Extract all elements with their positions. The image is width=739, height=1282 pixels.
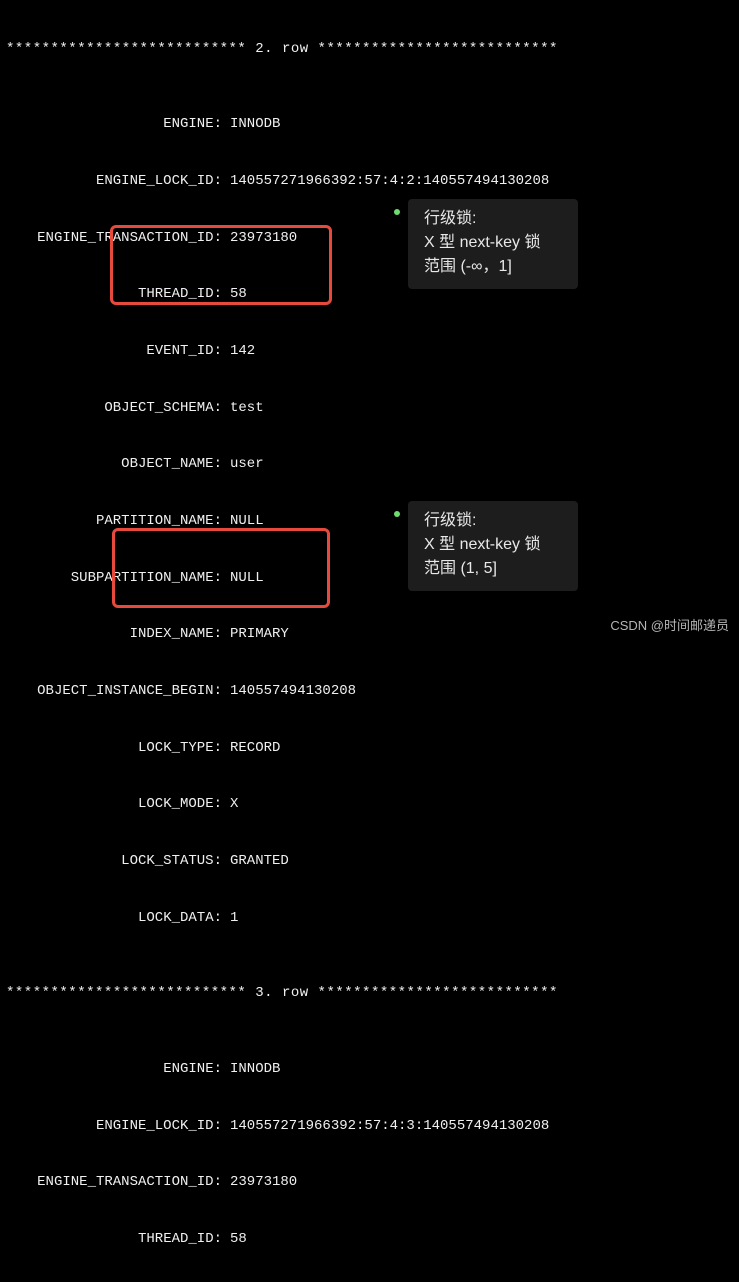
field-subpartition-name: SUBPARTITION_NAME:NULL — [0, 569, 739, 588]
field-value: PRIMARY — [222, 625, 289, 644]
annotation-line: 范围 (1, 5] — [424, 557, 566, 581]
field-label: ENGINE: — [0, 1060, 222, 1079]
field-object-schema: OBJECT_SCHEMA:test — [0, 399, 739, 418]
field-value: 58 — [222, 1230, 247, 1249]
annotation-line: X 型 next-key 锁 — [424, 533, 566, 557]
field-thread-id: THREAD_ID:58 — [0, 285, 739, 304]
field-label: PARTITION_NAME: — [0, 512, 222, 531]
field-engine: ENGINE:INNODB — [0, 115, 739, 134]
field-value: 140557494130208 — [222, 682, 356, 701]
annotation-2: 行级锁: X 型 next-key 锁 范围 (1, 5] — [408, 501, 578, 591]
field-value: NULL — [222, 569, 264, 588]
field-value: X — [222, 795, 238, 814]
field-partition-name: PARTITION_NAME:NULL — [0, 512, 739, 531]
row-separator-2: *************************** 2. row *****… — [0, 40, 739, 59]
field-label: ENGINE_LOCK_ID: — [0, 1117, 222, 1136]
field-label: ENGINE_TRANSACTION_ID: — [0, 1173, 222, 1192]
field-label: OBJECT_NAME: — [0, 455, 222, 474]
field-engine-lock-id: ENGINE_LOCK_ID:140557271966392:57:4:2:14… — [0, 172, 739, 191]
annotation-1: 行级锁: X 型 next-key 锁 范围 (-∞，1] — [408, 199, 578, 289]
field-value: 23973180 — [222, 229, 297, 248]
annotation-line: X 型 next-key 锁 — [424, 231, 566, 255]
field-value: 142 — [222, 342, 255, 361]
field-label: LOCK_DATA: — [0, 909, 222, 928]
field-label: OBJECT_INSTANCE_BEGIN: — [0, 682, 222, 701]
field-event-id: EVENT_ID:142 — [0, 342, 739, 361]
field-object-instance-begin: OBJECT_INSTANCE_BEGIN:140557494130208 — [0, 682, 739, 701]
field-value: 23973180 — [222, 1173, 297, 1192]
field-label: LOCK_TYPE: — [0, 739, 222, 758]
field-value: NULL — [222, 512, 264, 531]
field-value: 58 — [222, 285, 247, 304]
field-object-name: OBJECT_NAME:user — [0, 455, 739, 474]
field-value: 1 — [222, 909, 238, 928]
annotation-line: 行级锁: — [424, 509, 566, 533]
field-label: LOCK_STATUS: — [0, 852, 222, 871]
field-label: ENGINE_TRANSACTION_ID: — [0, 229, 222, 248]
field-label: THREAD_ID: — [0, 1230, 222, 1249]
field-value: RECORD — [222, 739, 280, 758]
field-label: SUBPARTITION_NAME: — [0, 569, 222, 588]
field-engine-transaction-id: ENGINE_TRANSACTION_ID:23973180 — [0, 1173, 739, 1192]
field-label: ENGINE: — [0, 115, 222, 134]
field-lock-mode: LOCK_MODE:X — [0, 795, 739, 814]
field-value: INNODB — [222, 1060, 280, 1079]
field-engine-lock-id: ENGINE_LOCK_ID:140557271966392:57:4:3:14… — [0, 1117, 739, 1136]
row-separator-3: *************************** 3. row *****… — [0, 984, 739, 1003]
field-lock-data: LOCK_DATA:1 — [0, 909, 739, 928]
field-value: 140557271966392:57:4:2:140557494130208 — [222, 172, 549, 191]
field-value: test — [222, 399, 264, 418]
annotation-line: 行级锁: — [424, 207, 566, 231]
terminal-output: *************************** 2. row *****… — [0, 0, 739, 1282]
field-thread-id: THREAD_ID:58 — [0, 1230, 739, 1249]
field-value: GRANTED — [222, 852, 289, 871]
field-value: user — [222, 455, 264, 474]
field-lock-type: LOCK_TYPE:RECORD — [0, 739, 739, 758]
field-label: THREAD_ID: — [0, 285, 222, 304]
field-engine-transaction-id: ENGINE_TRANSACTION_ID:23973180 — [0, 229, 739, 248]
field-value: 140557271966392:57:4:3:140557494130208 — [222, 1117, 549, 1136]
annotation-line: 范围 (-∞，1] — [424, 255, 566, 279]
field-label: INDEX_NAME: — [0, 625, 222, 644]
field-label: OBJECT_SCHEMA: — [0, 399, 222, 418]
watermark: CSDN @时间邮递员 — [610, 617, 729, 635]
field-lock-status: LOCK_STATUS:GRANTED — [0, 852, 739, 871]
field-engine: ENGINE:INNODB — [0, 1060, 739, 1079]
field-value: INNODB — [222, 115, 280, 134]
field-label: LOCK_MODE: — [0, 795, 222, 814]
field-label: ENGINE_LOCK_ID: — [0, 172, 222, 191]
field-label: EVENT_ID: — [0, 342, 222, 361]
